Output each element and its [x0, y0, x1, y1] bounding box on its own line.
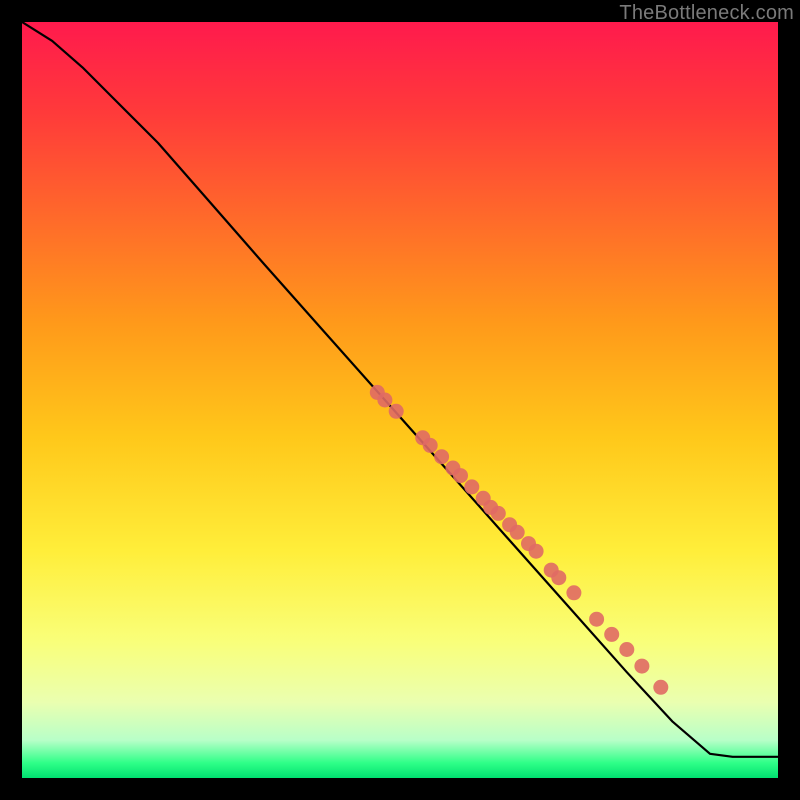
data-point: [491, 506, 506, 521]
data-point: [589, 612, 604, 627]
chart-frame: TheBottleneck.com: [0, 0, 800, 800]
data-point: [619, 642, 634, 657]
data-point: [529, 544, 544, 559]
data-point: [464, 479, 479, 494]
data-point: [377, 393, 392, 408]
data-point: [434, 449, 449, 464]
curve-line: [22, 22, 778, 757]
data-point: [634, 659, 649, 674]
data-point: [604, 627, 619, 642]
watermark-text: TheBottleneck.com: [619, 2, 794, 25]
data-point: [453, 468, 468, 483]
chart-svg: [22, 22, 778, 778]
data-point: [389, 404, 404, 419]
plot-area: [22, 22, 778, 778]
data-point: [510, 525, 525, 540]
data-point: [653, 680, 668, 695]
data-point: [566, 585, 581, 600]
data-point: [423, 438, 438, 453]
highlight-points: [370, 385, 669, 695]
data-point: [551, 570, 566, 585]
